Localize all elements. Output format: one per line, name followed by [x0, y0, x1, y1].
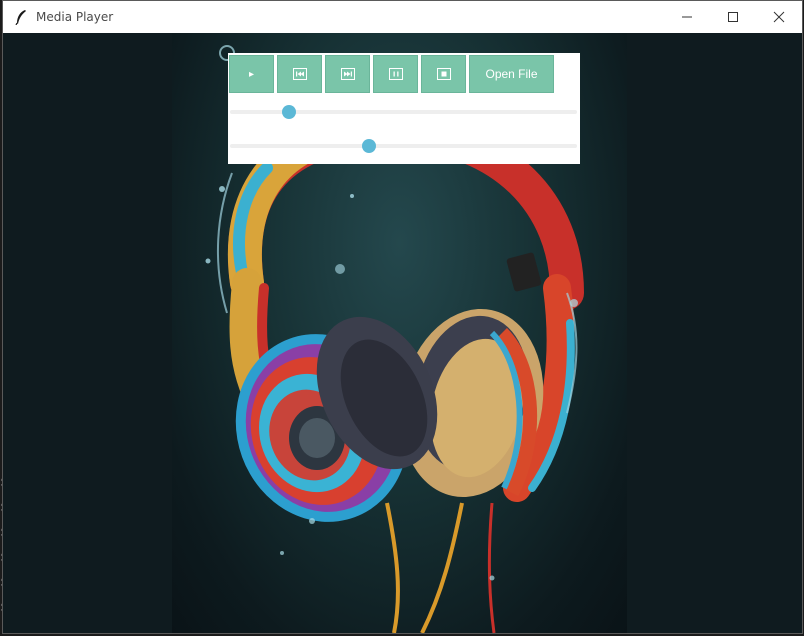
maximize-icon — [728, 12, 738, 22]
volume-slider-knob[interactable] — [361, 139, 376, 153]
previous-icon — [292, 68, 307, 80]
window-content: ▸ Open File — [3, 33, 802, 633]
previous-button[interactable] — [277, 55, 322, 93]
stop-icon — [436, 68, 451, 80]
play-icon: ▸ — [248, 68, 255, 80]
next-button[interactable] — [325, 55, 370, 93]
window-title: Media Player — [36, 10, 114, 24]
open-file-label: Open File — [485, 67, 538, 81]
stop-button[interactable] — [421, 55, 466, 93]
volume-slider[interactable] — [230, 139, 577, 153]
window-controls — [664, 1, 802, 33]
play-button[interactable]: ▸ — [229, 55, 274, 93]
title-bar[interactable]: Media Player — [3, 1, 802, 33]
media-player-window: Media Player ▸ Open File — [2, 0, 803, 634]
open-file-button[interactable]: Open File — [469, 55, 554, 93]
minimize-icon — [682, 16, 692, 18]
minimize-button[interactable] — [664, 1, 710, 33]
control-panel: ▸ Open File — [228, 53, 580, 164]
progress-slider[interactable] — [230, 105, 577, 119]
close-button[interactable] — [756, 1, 802, 33]
next-icon — [340, 68, 355, 80]
close-icon — [773, 11, 785, 23]
pause-button[interactable] — [373, 55, 418, 93]
pause-icon — [388, 68, 403, 80]
feather-icon — [15, 10, 26, 25]
control-buttons: ▸ Open File — [229, 55, 554, 93]
progress-slider-knob[interactable] — [281, 105, 296, 119]
maximize-button[interactable] — [710, 1, 756, 33]
